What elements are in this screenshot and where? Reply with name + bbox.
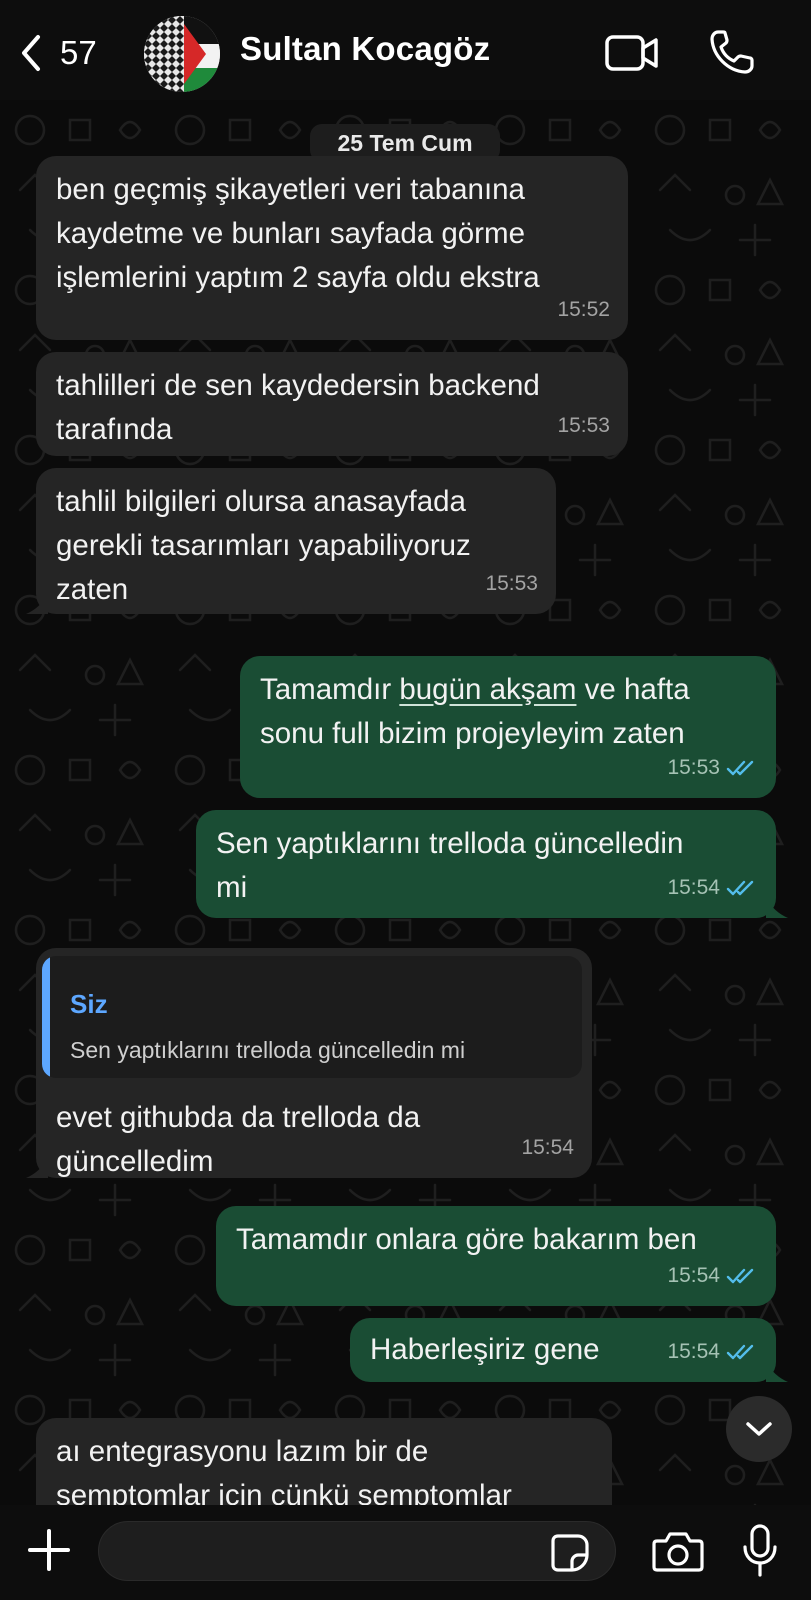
plus-icon	[28, 1529, 70, 1571]
quote-accent-bar	[42, 956, 50, 1078]
back-chevron-icon	[22, 35, 40, 71]
message-input-container	[98, 1521, 616, 1581]
incoming-message[interactable]: ben geçmiş şikayetleri veri tabanına kay…	[36, 156, 628, 340]
bubble-tail	[26, 594, 48, 614]
outgoing-message[interactable]: Tamamdır onlara göre bakarım ben 15:54	[216, 1206, 776, 1306]
microphone-icon	[743, 1524, 777, 1577]
double-check-icon	[726, 1344, 754, 1360]
message-time: 15:54	[667, 1254, 756, 1298]
message-time: 15:52	[557, 298, 610, 321]
double-check-icon	[726, 760, 754, 776]
message-input[interactable]	[119, 1522, 539, 1580]
bubble-tail	[26, 1158, 48, 1178]
outgoing-message[interactable]: Sen yaptıklarını trelloda güncelledin mi…	[196, 810, 788, 918]
quote-author: Siz	[70, 989, 108, 1019]
incoming-reply-message[interactable]: Siz Sen yaptıklarını trelloda güncelledi…	[26, 948, 592, 1178]
phone-icon	[710, 30, 754, 74]
video-call-button[interactable]	[604, 30, 660, 76]
double-check-icon	[726, 880, 754, 896]
contact-name[interactable]: Sultan Kocagöz	[240, 30, 490, 68]
message-time: 15:53	[557, 414, 610, 437]
incoming-message[interactable]: aı entegrasyonu lazım bir de semptomlar …	[36, 1418, 612, 1505]
message-time: 15:53	[485, 572, 538, 595]
avatar[interactable]	[144, 16, 220, 92]
sticker-icon	[551, 1534, 589, 1572]
composer-bar	[0, 1505, 811, 1600]
bubble-tail	[766, 898, 788, 918]
incoming-message[interactable]: tahlilleri de sen kaydedersin backend ta…	[36, 352, 628, 456]
outgoing-message[interactable]: Haberleşiriz gene 15:54	[350, 1318, 788, 1382]
bubble-tail	[766, 1362, 788, 1382]
scroll-to-bottom-button[interactable]	[726, 1396, 792, 1462]
back-button[interactable]: 57	[16, 30, 108, 76]
quote-text: Sen yaptıklarını trelloda güncelledin mi	[70, 1037, 466, 1063]
unread-count: 57	[60, 34, 97, 71]
chat-header: 57 Sultan Kocagöz	[0, 0, 811, 100]
sticker-button[interactable]	[550, 1533, 590, 1573]
video-call-icon	[605, 35, 658, 71]
camera-button[interactable]	[652, 1529, 704, 1573]
message-time: 15:54	[521, 1136, 574, 1159]
message-text: tahlilleri de sen kaydedersin backend ta…	[56, 369, 540, 446]
attach-button[interactable]	[26, 1527, 72, 1573]
voice-call-button[interactable]	[708, 28, 756, 76]
date-link[interactable]: bugün akşam	[399, 673, 576, 706]
chevron-down-icon	[746, 1422, 772, 1436]
message-text: ben geçmiş şikayetleri veri tabanına kay…	[56, 173, 540, 294]
chat-messages[interactable]: 25 Tem Cum ben geçmiş şikayetleri veri t…	[0, 100, 811, 1505]
camera-icon	[652, 1532, 704, 1572]
incoming-message[interactable]: tahlil bilgileri olursa anasayfada gerek…	[26, 468, 556, 614]
message-text: aı entegrasyonu lazım bir de semptomlar …	[56, 1435, 512, 1505]
message-text: evet githubda da trelloda da güncelledim	[56, 1101, 421, 1178]
message-text: tahlil bilgileri olursa anasayfada gerek…	[56, 485, 471, 606]
outgoing-message[interactable]: Tamamdır bugün akşam ve hafta sonu full …	[240, 656, 776, 798]
voice-message-button[interactable]	[740, 1523, 780, 1579]
quoted-message[interactable]: Siz Sen yaptıklarını trelloda güncelledi…	[42, 956, 582, 1078]
message-time: 15:54	[667, 866, 756, 910]
message-time: 15:54	[667, 1330, 756, 1374]
double-check-icon	[726, 1268, 754, 1284]
message-time: 15:53	[667, 746, 756, 790]
message-text: Tamamdır bugün akşam ve hafta sonu full …	[260, 673, 690, 750]
